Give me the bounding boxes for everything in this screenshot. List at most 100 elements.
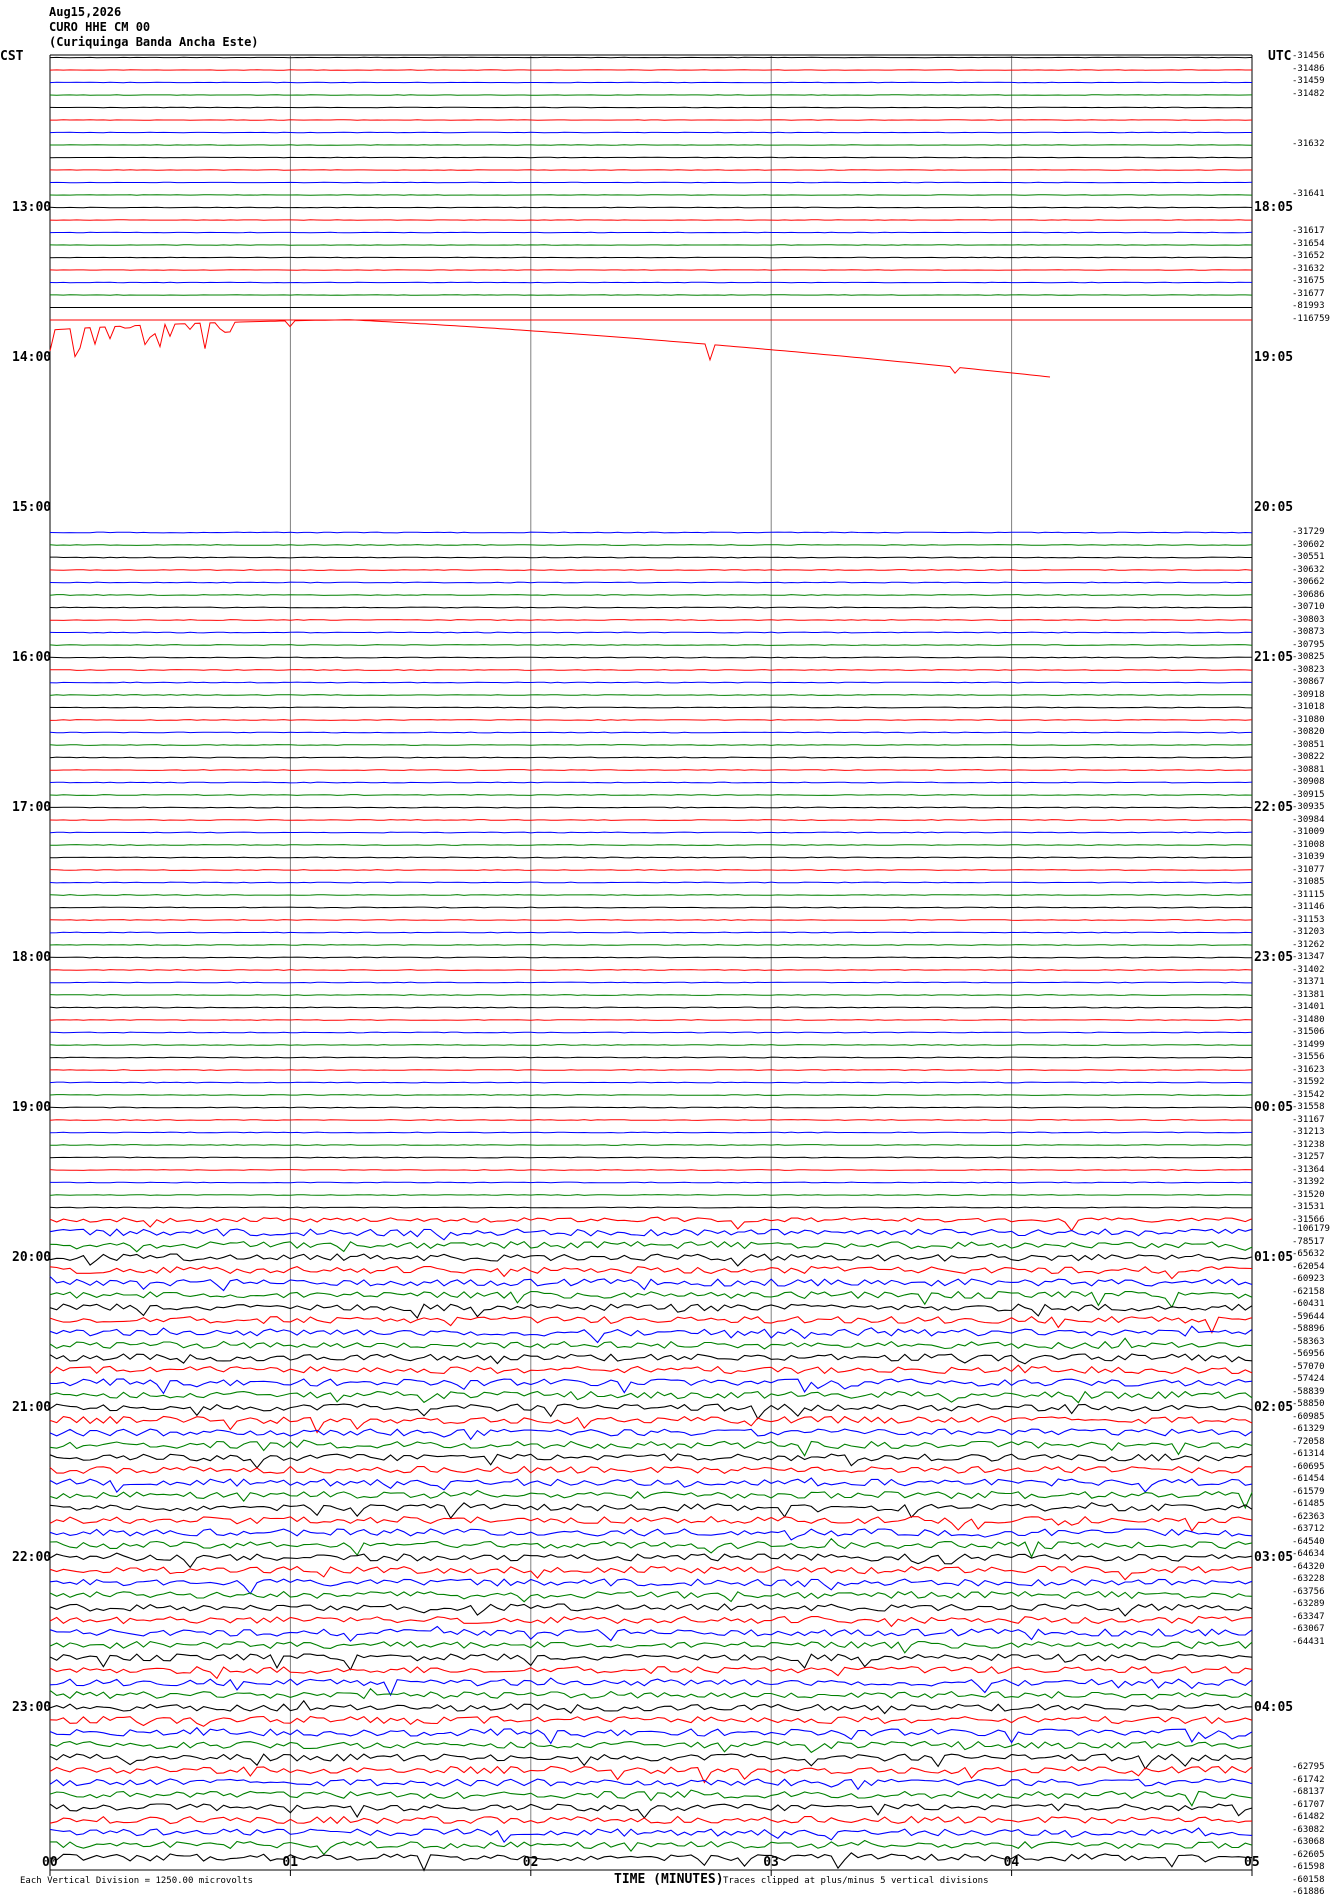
trace-line (50, 1304, 1252, 1318)
trace-value-label: -31531 (1292, 1203, 1325, 1212)
trace-line (50, 770, 1252, 771)
trace-line (50, 1095, 1252, 1096)
trace-value-label: -31456 (1292, 52, 1325, 61)
left-time-label: 23:00 (12, 1701, 51, 1714)
trace-value-label: -31153 (1292, 916, 1325, 925)
trace-value-label: -31506 (1292, 1028, 1325, 1037)
trace-value-label: -31203 (1292, 928, 1325, 937)
right-time-label: 01:05 (1254, 1251, 1293, 1264)
trace-value-label: -31480 (1292, 1016, 1325, 1025)
trace-line (50, 982, 1252, 983)
trace-line (50, 645, 1252, 646)
trace-line (50, 607, 1252, 608)
trace-line (50, 670, 1252, 671)
left-time-label: 14:00 (12, 351, 51, 364)
trace-value-label: -62605 (1292, 1851, 1325, 1860)
trace-line (50, 632, 1252, 633)
trace-value-label: -30795 (1292, 641, 1325, 650)
trace-value-label: -31213 (1292, 1128, 1325, 1137)
trace-value-label: -56956 (1292, 1350, 1325, 1359)
x-tick-label: 03 (763, 1856, 779, 1869)
trace-value-label: -30935 (1292, 803, 1325, 812)
trace-line (50, 970, 1252, 971)
trace-line (50, 732, 1252, 733)
trace-line (50, 657, 1252, 658)
trace-line (50, 820, 1252, 821)
trace-value-label: -81993 (1292, 302, 1325, 311)
footer-note-right: Traces clipped at plus/minus 5 vertical … (723, 1877, 989, 1886)
left-time-label: 20:00 (12, 1251, 51, 1264)
trace-value-label: -31652 (1292, 252, 1325, 261)
right-time-label: 21:05 (1254, 651, 1293, 664)
trace-line (50, 1853, 1252, 1871)
trace-value-label: -30686 (1292, 591, 1325, 600)
trace-line (50, 1503, 1252, 1518)
trace-value-label: -63228 (1292, 1575, 1325, 1584)
trace-value-label: -31677 (1292, 290, 1325, 299)
trace-value-label: -58363 (1292, 1338, 1325, 1347)
trace-line (50, 1779, 1252, 1789)
trace-line (50, 1057, 1252, 1058)
trace-value-label: -61707 (1292, 1801, 1325, 1810)
trace-value-label: -64431 (1292, 1638, 1325, 1647)
trace-line (50, 1767, 1252, 1783)
trace-value-label: -116759 (1292, 315, 1330, 324)
trace-line (50, 1032, 1252, 1033)
trace-value-label: -60923 (1292, 1275, 1325, 1284)
trace-value-label: -64320 (1292, 1563, 1325, 1572)
trace-drift-red (50, 320, 1050, 377)
trace-value-label: -31146 (1292, 903, 1325, 912)
trace-line (50, 1120, 1252, 1121)
x-tick-label: 00 (42, 1856, 58, 1869)
trace-value-label: -31008 (1292, 841, 1325, 850)
right-time-label: 18:05 (1254, 201, 1293, 214)
trace-line (50, 1604, 1252, 1616)
trace-line (50, 1689, 1252, 1699)
trace-line (50, 1517, 1252, 1531)
station-label: CURO HHE CM 00 (49, 21, 150, 33)
trace-line (50, 620, 1252, 621)
trace-value-label: -60431 (1292, 1300, 1325, 1309)
trace-value-label: -30551 (1292, 553, 1325, 562)
trace-line (50, 1491, 1252, 1508)
trace-line (50, 1454, 1252, 1468)
trace-value-label: -63067 (1292, 1625, 1325, 1634)
trace-line (50, 1642, 1252, 1653)
trace-line (50, 1207, 1252, 1208)
trace-value-label: -31486 (1292, 65, 1325, 74)
trace-value-label: -30873 (1292, 628, 1325, 637)
trace-line (50, 1045, 1252, 1046)
trace-line (50, 895, 1252, 896)
trace-value-label: -61886 (1292, 1888, 1325, 1897)
trace-line (50, 995, 1252, 996)
right-time-label: 19:05 (1254, 351, 1293, 364)
x-tick-label: 02 (523, 1856, 539, 1869)
trace-value-label: -58839 (1292, 1388, 1325, 1397)
x-tick-label: 05 (1244, 1856, 1260, 1869)
trace-value-label: -61314 (1292, 1450, 1325, 1459)
x-tick-label: 01 (282, 1856, 298, 1869)
trace-value-label: -59644 (1292, 1313, 1325, 1322)
trace-value-label: -31617 (1292, 227, 1325, 236)
trace-value-label: -63068 (1292, 1838, 1325, 1847)
trace-line (50, 1553, 1252, 1567)
trace-line (50, 795, 1252, 796)
left-time-label: 16:00 (12, 651, 51, 664)
trace-line (50, 1804, 1252, 1818)
x-axis-title: TIME (MINUTES) (614, 1873, 724, 1886)
trace-value-label: -30632 (1292, 566, 1325, 575)
trace-value-label: -62363 (1292, 1513, 1325, 1522)
trace-line (50, 1020, 1252, 1021)
trace-value-label: -31401 (1292, 1003, 1325, 1012)
trace-line (50, 1654, 1252, 1670)
trace-line (50, 1326, 1252, 1342)
trace-line (50, 582, 1252, 583)
trace-value-label: -30984 (1292, 816, 1325, 825)
trace-line (50, 1841, 1252, 1855)
station-name-label: (Curiquinga Banda Ancha Este) (49, 36, 259, 48)
trace-line (50, 1467, 1252, 1474)
trace-value-label: -78517 (1292, 1238, 1325, 1247)
trace-line (50, 882, 1252, 883)
trace-value-label: -30822 (1292, 753, 1325, 762)
trace-line (50, 945, 1252, 946)
